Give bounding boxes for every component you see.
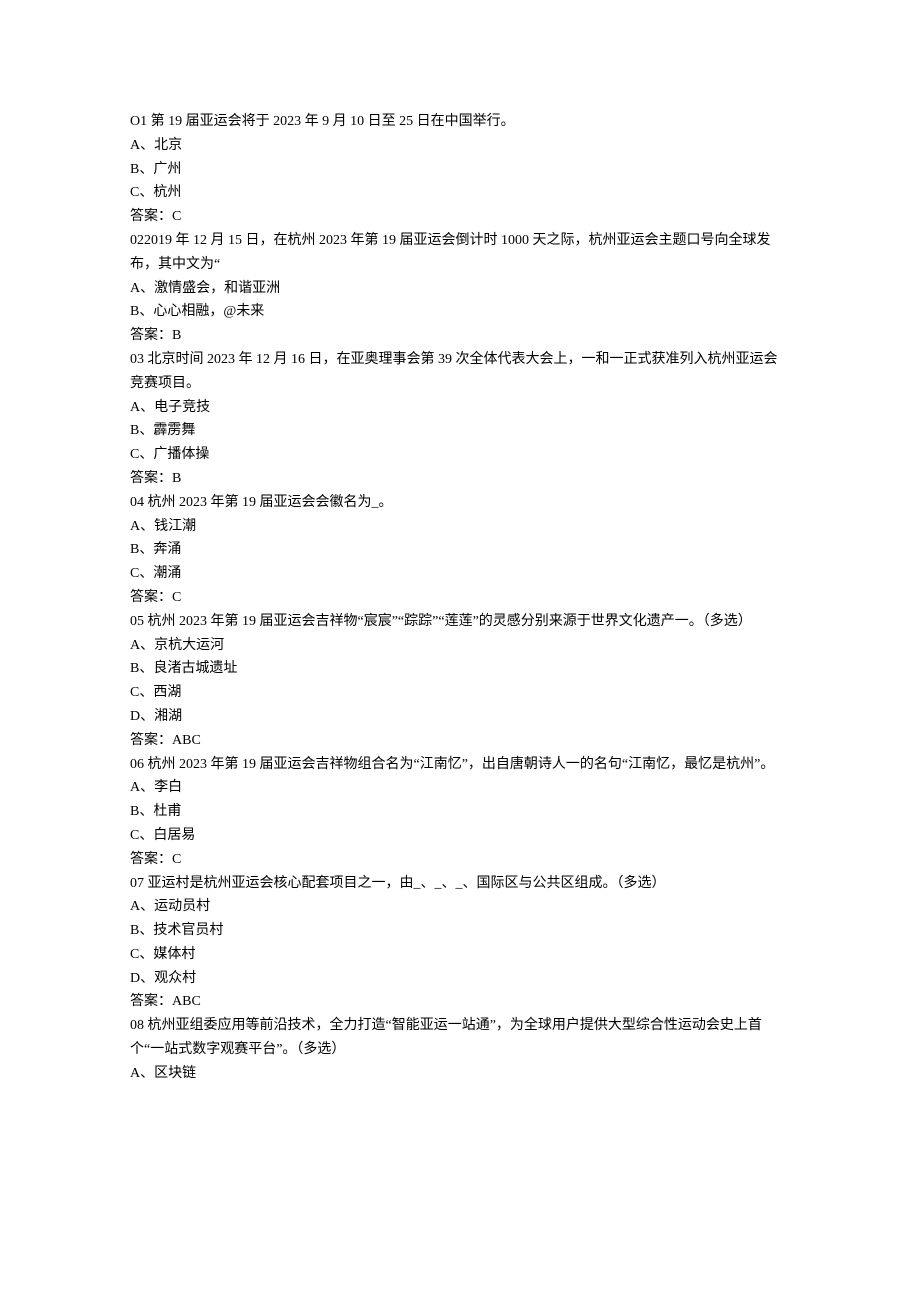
question-option: A、区块链	[130, 1062, 790, 1086]
question-option: A、运动员村	[130, 895, 790, 919]
question-option: C、媒体村	[130, 943, 790, 967]
question-option: B、良渚古城遗址	[130, 657, 790, 681]
question-option: A、京杭大运河	[130, 634, 790, 658]
question-option: A、激情盛会，和谐亚洲	[130, 277, 790, 301]
question-option: C、杭州	[130, 181, 790, 205]
question-option: B、心心相融，@未来	[130, 300, 790, 324]
question-option: D、观众村	[130, 967, 790, 991]
question-stem: 07 亚运村是杭州亚运会核心配套项目之一，由_、_、_、国际区与公共区组成。（多…	[130, 872, 790, 896]
question-option: B、广州	[130, 158, 790, 182]
question-option: A、北京	[130, 134, 790, 158]
question-answer: 答案：ABC	[130, 729, 790, 753]
question-stem: 08 杭州亚组委应用等前沿技术，全力打造“智能亚运一站通”，为全球用户提供大型综…	[130, 1014, 790, 1062]
question-option: C、白居易	[130, 824, 790, 848]
question-option: B、技术官员村	[130, 919, 790, 943]
document-page: O1 第 19 届亚运会将于 2023 年 9 月 10 日至 25 日在中国举…	[0, 0, 920, 1126]
question-option: B、奔涌	[130, 538, 790, 562]
question-option: C、西湖	[130, 681, 790, 705]
question-answer: 答案：B	[130, 324, 790, 348]
question-option: A、钱江潮	[130, 515, 790, 539]
question-stem: O1 第 19 届亚运会将于 2023 年 9 月 10 日至 25 日在中国举…	[130, 110, 790, 134]
question-option: D、湘湖	[130, 705, 790, 729]
question-stem: 022019 年 12 月 15 日，在杭州 2023 年第 19 届亚运会倒计…	[130, 229, 790, 277]
question-stem: 04 杭州 2023 年第 19 届亚运会会徽名为_。	[130, 491, 790, 515]
question-answer: 答案：B	[130, 467, 790, 491]
question-answer: 答案：C	[130, 848, 790, 872]
question-option: B、霹雳舞	[130, 419, 790, 443]
question-answer: 答案：C	[130, 586, 790, 610]
question-stem: 03 北京时间 2023 年 12 月 16 日，在亚奥理事会第 39 次全体代…	[130, 348, 790, 396]
question-answer: 答案：ABC	[130, 990, 790, 1014]
question-answer: 答案：C	[130, 205, 790, 229]
question-stem: 06 杭州 2023 年第 19 届亚运会吉祥物组合名为“江南忆”，出自唐朝诗人…	[130, 753, 790, 777]
question-option: A、李白	[130, 776, 790, 800]
question-option: C、广播体操	[130, 443, 790, 467]
question-option: B、杜甫	[130, 800, 790, 824]
question-option: A、电子竞技	[130, 396, 790, 420]
question-option: C、潮涌	[130, 562, 790, 586]
question-stem: 05 杭州 2023 年第 19 届亚运会吉祥物“宸宸”“踪踪”“莲莲”的灵感分…	[130, 610, 790, 634]
